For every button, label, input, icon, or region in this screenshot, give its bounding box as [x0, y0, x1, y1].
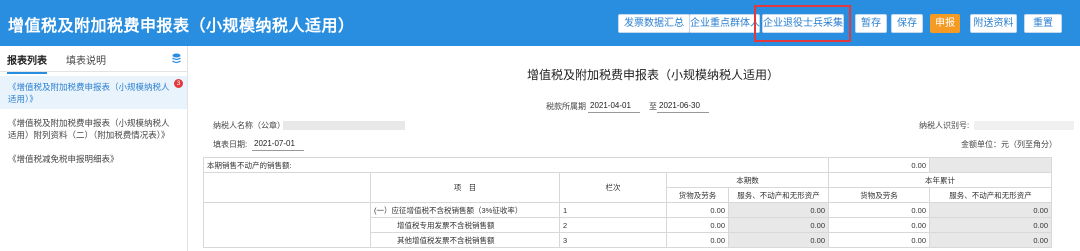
current-period-header: 本期数: [666, 172, 829, 188]
period-label: 税款所属期: [546, 102, 586, 111]
redacted-taxpayer-name: [283, 121, 405, 130]
reset-button[interactable]: 重置: [1024, 14, 1062, 33]
sidebar-item-exemption-detail[interactable]: 《增值税减免税申报明细表》: [0, 148, 187, 169]
row-column-number: 3: [559, 232, 667, 248]
row-column-number: 2: [559, 217, 667, 233]
stack-icon[interactable]: [172, 53, 181, 64]
declaration-table: 本期销售不动产的销售额: 0.00 项 目 栏次 本期数 本年累计 货物及劳务 …: [203, 157, 1052, 248]
unit-label: 金额单位：元（列至角分）: [961, 140, 1057, 149]
goods-header: 货物及劳务: [828, 187, 930, 203]
period-end-field[interactable]: 2021-06-30: [659, 101, 700, 110]
column-number-header: 栏次: [559, 172, 667, 203]
services-current-cell: 0.00: [728, 217, 829, 233]
goods-ytd-cell[interactable]: 0.00: [828, 217, 930, 233]
declare-button[interactable]: 申报: [930, 14, 960, 33]
key-group-collection-button[interactable]: 企业重点群体人员采集: [689, 14, 790, 33]
period-end-underline: [657, 112, 709, 113]
row-item-label: 其他增值税发票不含税销售额: [370, 232, 560, 248]
sidebar-item-label: 《增值税及附加税费申报表（小规模纳税人适用）》: [8, 82, 170, 104]
row-item-label: 增值税专用发票不含税销售额: [370, 217, 560, 233]
attachments-button[interactable]: 附送资料: [970, 14, 1017, 33]
taxpayer-id-label: 纳税人识别号:: [919, 121, 970, 130]
real-estate-value[interactable]: 0.00: [828, 157, 930, 173]
save-button[interactable]: 保存: [891, 14, 923, 33]
services-ytd-cell: 0.00: [929, 232, 1052, 248]
top-header: 增值税及附加税费申报表（小规模纳税人适用） 发票数据汇总 企业重点群体人员采集 …: [0, 0, 1080, 46]
services-header: 服务、不动产和无形资产: [728, 187, 829, 203]
taxpayer-name-label: 纳税人名称（公章）:: [213, 121, 288, 130]
real-estate-label: 本期销售不动产的销售额:: [203, 157, 829, 173]
sidebar-item-attachment-two[interactable]: 《增值税及附加税费申报表（小规模纳税人适用）附列资料（二）（附加税费情况表）》: [0, 112, 187, 145]
services-current-cell: 0.00: [728, 202, 829, 218]
redacted-taxpayer-id: [974, 121, 1074, 130]
goods-current-cell[interactable]: 0.00: [666, 232, 729, 248]
period-start-underline: [588, 112, 640, 113]
highlight-box: [754, 5, 851, 42]
sidebar-item-main-report[interactable]: 《增值税及附加税费申报表（小规模纳税人适用）》 3: [0, 76, 187, 109]
goods-header: 货物及劳务: [666, 187, 729, 203]
table-cell: [203, 202, 371, 248]
form-title: 增值税及附加税费申报表（小规模纳税人适用）: [527, 68, 780, 82]
goods-ytd-cell[interactable]: 0.00: [828, 232, 930, 248]
services-ytd-cell: 0.00: [929, 217, 1052, 233]
period-to-label: 至: [649, 102, 657, 111]
tab-instructions[interactable]: 填表说明: [66, 52, 106, 67]
form-area: 增值税及附加税费申报表（小规模纳税人适用） 税款所属期 2021-04-01 至…: [197, 46, 1080, 251]
table-header-row: 项 目 栏次 本期数 本年累计: [203, 172, 1052, 203]
page-title: 增值税及附加税费申报表（小规模纳税人适用）: [8, 18, 355, 35]
services-ytd-cell: 0.00: [929, 202, 1052, 218]
sidebar-item-label: 《增值税及附加税费申报表（小规模纳税人适用）附列资料（二）（附加税费情况表）》: [8, 118, 170, 140]
table-row: 本期销售不动产的销售额: 0.00: [203, 157, 1052, 173]
goods-ytd-cell[interactable]: 0.00: [828, 202, 930, 218]
year-to-date-header: 本年累计: [828, 172, 1052, 188]
fill-date-field[interactable]: 2021-07-01: [254, 139, 295, 148]
sidebar-item-label: 《增值税减免税申报明细表》: [8, 154, 119, 164]
row-item-label: (一）应征增值税不含税销售额（3%征收率）: [370, 202, 560, 218]
table-cell: [203, 172, 371, 203]
services-current-cell: 0.00: [728, 232, 829, 248]
table-row: (一）应征增值税不含税销售额（3%征收率） 1 0.00 0.00 0.00 0…: [203, 202, 1052, 248]
fill-date-underline: [252, 150, 304, 151]
fill-date-label: 填表日期:: [213, 140, 248, 149]
services-header: 服务、不动产和无形资产: [929, 187, 1052, 203]
table-cell: [929, 157, 1052, 173]
goods-current-cell[interactable]: 0.00: [666, 202, 729, 218]
invoice-summary-button[interactable]: 发票数据汇总: [618, 14, 690, 33]
temp-save-button[interactable]: 暂存: [855, 14, 887, 33]
tab-report-list[interactable]: 报表列表: [7, 52, 47, 74]
sidebar: 报表列表 填表说明 《增值税及附加税费申报表（小规模纳税人适用）》 3 《增值税…: [0, 46, 188, 251]
sidebar-tabs: 报表列表 填表说明: [0, 46, 188, 74]
goods-current-cell[interactable]: 0.00: [666, 217, 729, 233]
error-count-badge: 3: [174, 79, 183, 88]
period-start-field[interactable]: 2021-04-01: [590, 101, 631, 110]
row-column-number: 1: [559, 202, 667, 218]
item-header: 项 目: [370, 172, 560, 203]
